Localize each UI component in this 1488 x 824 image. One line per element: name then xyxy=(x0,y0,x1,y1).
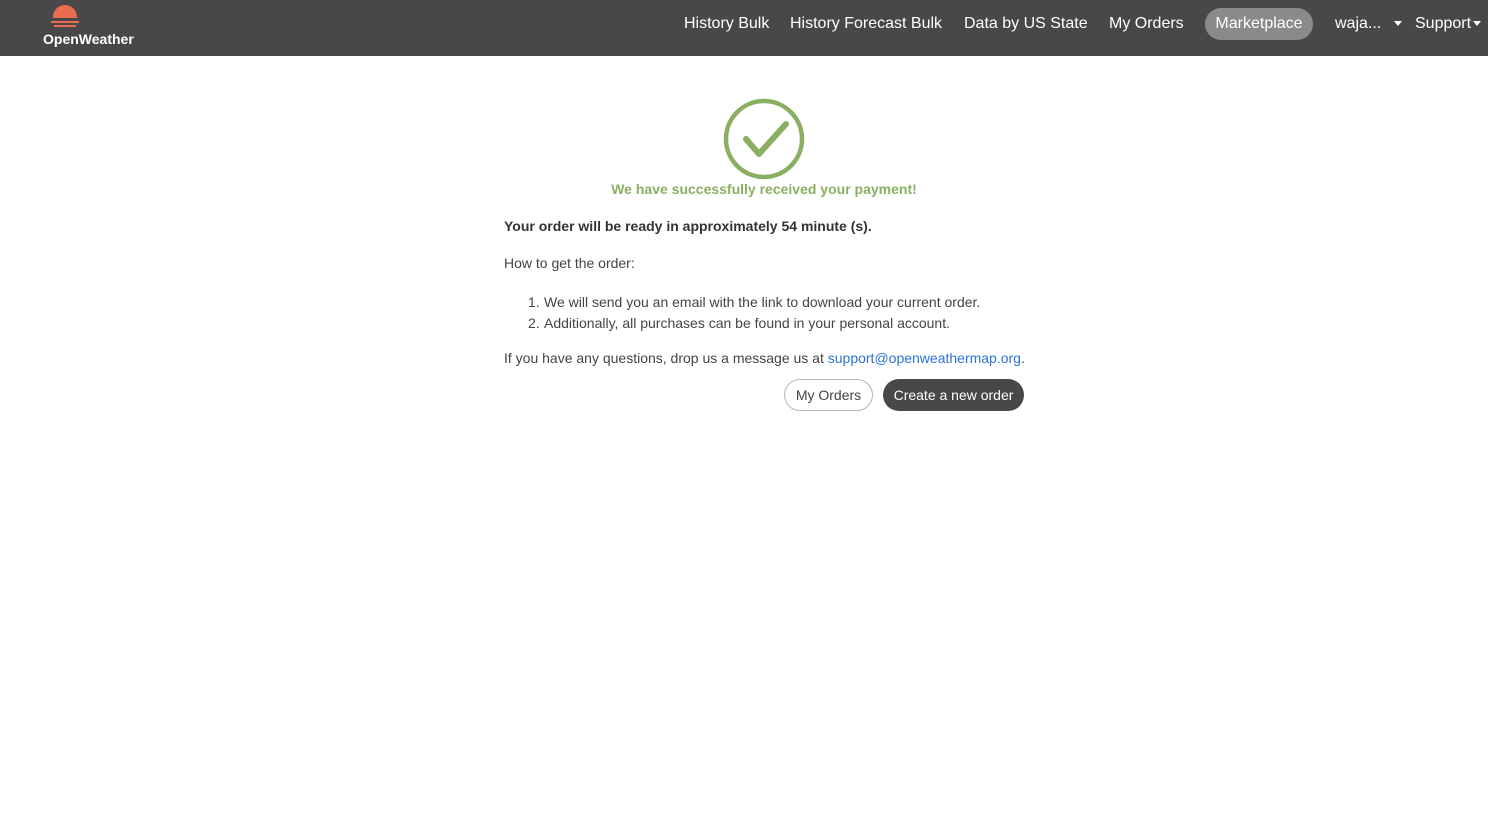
payment-success-message: We have successfully received your payme… xyxy=(611,181,917,197)
step-text: We will send you an email with the link … xyxy=(544,294,981,310)
nav-support-menu[interactable]: Support xyxy=(1415,14,1482,33)
order-ready-text: Your order will be ready in approximatel… xyxy=(504,218,872,234)
step-text: Additionally, all purchases can be found… xyxy=(544,315,950,331)
chevron-down-icon xyxy=(1473,21,1482,27)
questions-suffix: . xyxy=(1020,350,1025,366)
support-email-link[interactable]: support@openweathermap.org xyxy=(828,350,1021,366)
nav-user-menu[interactable]: waja... xyxy=(1335,14,1402,33)
top-navbar: OpenWeather History Bulk History Forecas… xyxy=(0,0,1488,56)
nav-data-by-us-state[interactable]: Data by US State xyxy=(964,14,1088,33)
brand-name: OpenWeather xyxy=(43,31,134,47)
check-circle-icon xyxy=(723,98,805,180)
openweather-logo[interactable]: OpenWeather xyxy=(43,4,143,48)
questions-prefix: If you have any questions, drop us a mes… xyxy=(504,350,828,366)
list-item: 2. Additionally, all purchases can be fo… xyxy=(504,313,980,334)
nav-history-bulk[interactable]: History Bulk xyxy=(684,14,769,33)
my-orders-button[interactable]: My Orders xyxy=(784,379,873,411)
sun-setting-logo-icon xyxy=(49,5,81,30)
create-new-order-button[interactable]: Create a new order xyxy=(883,379,1024,411)
step-number: 1. xyxy=(528,294,540,310)
how-to-heading: How to get the order: xyxy=(504,255,635,271)
support-contact-text: If you have any questions, drop us a mes… xyxy=(504,350,1025,366)
nav-marketplace[interactable]: Marketplace xyxy=(1205,8,1313,40)
order-steps-list: 1. We will send you an email with the li… xyxy=(504,292,980,334)
list-item: 1. We will send you an email with the li… xyxy=(504,292,980,313)
nav-my-orders[interactable]: My Orders xyxy=(1109,14,1184,33)
step-number: 2. xyxy=(528,315,540,331)
nav-history-forecast-bulk[interactable]: History Forecast Bulk xyxy=(790,14,942,33)
chevron-down-icon xyxy=(1393,21,1402,27)
user-name: waja... xyxy=(1335,15,1382,32)
support-label: Support xyxy=(1415,15,1472,32)
